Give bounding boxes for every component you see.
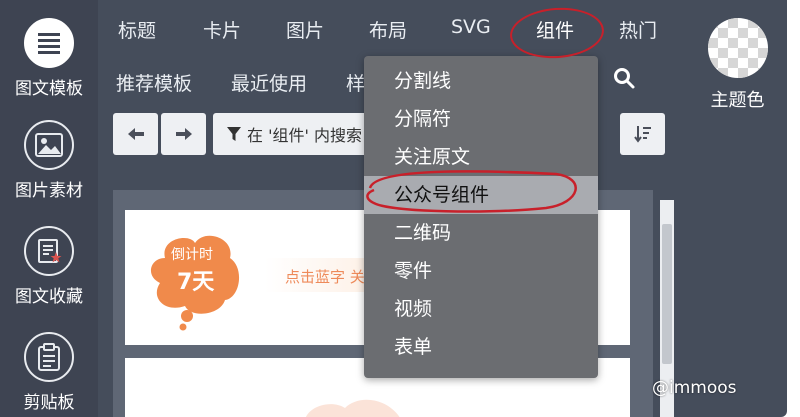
tab-hot[interactable]: 热门: [619, 16, 657, 43]
list-icon: [24, 18, 74, 68]
components-dropdown: 分割线 分隔符 关注原文 公众号组件 二维码 零件 视频 表单: [364, 56, 598, 378]
tab-components[interactable]: 组件: [536, 16, 574, 43]
category-nav: 标题 卡片 图片 布局 SVG 组件 热门: [98, 0, 698, 60]
tab-title[interactable]: 标题: [118, 16, 156, 43]
search-icon[interactable]: [612, 66, 636, 94]
app-window: 图文模板 图片素材 图文收藏 剪贴板 标题 卡片 图片 布局 SVG 组件 热门: [0, 0, 800, 417]
subtab-recent[interactable]: 最近使用: [231, 69, 307, 96]
sidebar-item-label: 图文收藏: [15, 287, 83, 307]
menu-item-form[interactable]: 表单: [364, 328, 598, 366]
sidebar-item-images[interactable]: 图片素材: [0, 120, 98, 201]
clipboard-icon: [24, 332, 74, 382]
sidebar-item-label: 图文模板: [15, 79, 83, 99]
tab-svg[interactable]: SVG: [451, 16, 491, 38]
menu-item-follow-original[interactable]: 关注原文: [364, 138, 598, 176]
menu-item-qrcode[interactable]: 二维码: [364, 214, 598, 252]
back-button[interactable]: [113, 113, 158, 155]
subtab-recommended[interactable]: 推荐模板: [116, 69, 192, 96]
menu-item-divider-line[interactable]: 分割线: [364, 62, 598, 100]
tab-image[interactable]: 图片: [286, 16, 324, 43]
menu-item-parts[interactable]: 零件: [364, 252, 598, 290]
sidebar-item-templates[interactable]: 图文模板: [0, 18, 98, 99]
cloud-shape-icon: [306, 399, 400, 417]
search-placeholder: 在 '组件' 内搜索: [247, 126, 362, 145]
filter-icon: [227, 127, 241, 141]
image-icon: [24, 120, 74, 170]
watermark: @immoos: [652, 378, 737, 398]
arrow-left-icon: [127, 128, 144, 140]
menu-item-video[interactable]: 视频: [364, 290, 598, 328]
sort-desc-icon: [633, 126, 651, 143]
scroll-thumb[interactable]: [662, 224, 672, 364]
promo-text: 点击蓝字 关: [285, 268, 365, 286]
arrow-right-icon: [175, 128, 192, 140]
checkerboard-icon: [707, 18, 768, 78]
forward-button[interactable]: [161, 113, 206, 155]
sidebar-item-label: 剪贴板: [23, 393, 75, 413]
left-sidebar: 图文模板 图片素材 图文收藏 剪贴板: [0, 0, 98, 417]
badge-line1: 倒计时: [171, 247, 213, 263]
doc-star-icon: [24, 226, 74, 276]
sidebar-item-favorites[interactable]: 图文收藏: [0, 226, 98, 307]
subtab-partial[interactable]: 样: [346, 69, 365, 96]
badge-line2: 7天: [177, 270, 215, 295]
sidebar-item-clipboard[interactable]: 剪贴板: [0, 332, 98, 413]
theme-color-picker[interactable]: 主题色: [700, 18, 775, 118]
tab-layout[interactable]: 布局: [369, 16, 407, 43]
menu-item-official-account[interactable]: 公众号组件: [364, 176, 598, 214]
sidebar-item-label: 图片素材: [15, 181, 83, 201]
theme-label: 主题色: [710, 90, 765, 111]
sort-button[interactable]: [620, 113, 665, 155]
menu-item-separator[interactable]: 分隔符: [364, 100, 598, 138]
tab-card[interactable]: 卡片: [203, 16, 241, 43]
